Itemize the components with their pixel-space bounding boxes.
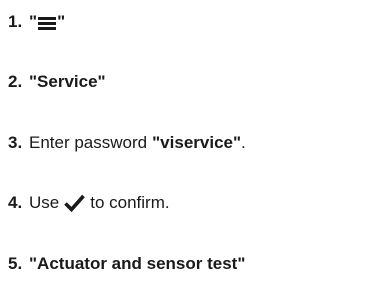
step-4: 4. Use to confirm.: [8, 191, 170, 215]
step-3: 3. Enter password "viservice" .: [8, 131, 246, 155]
step-5: 5. "Actuator and sensor test": [8, 252, 245, 276]
step-text-end: .: [241, 133, 246, 152]
step-number: 2.: [8, 72, 23, 91]
step-text: Use: [29, 193, 60, 212]
quote-open: ": [29, 12, 38, 31]
menu-icon: [38, 16, 57, 30]
quote-close: ": [57, 12, 66, 31]
step-number: 1.: [8, 12, 23, 31]
check-icon: [64, 194, 86, 212]
step-text: Enter password: [29, 133, 148, 152]
step-text: "Service": [29, 72, 106, 91]
password-value: "viservice": [152, 133, 242, 152]
step-1: 1. " ": [8, 10, 65, 34]
step-number: 3.: [8, 133, 23, 152]
step-text: "Actuator and sensor test": [29, 254, 246, 273]
step-number: 4.: [8, 193, 23, 212]
step-text-end: to confirm.: [90, 193, 170, 212]
step-2: 2. "Service": [8, 70, 106, 94]
step-number: 5.: [8, 254, 23, 273]
